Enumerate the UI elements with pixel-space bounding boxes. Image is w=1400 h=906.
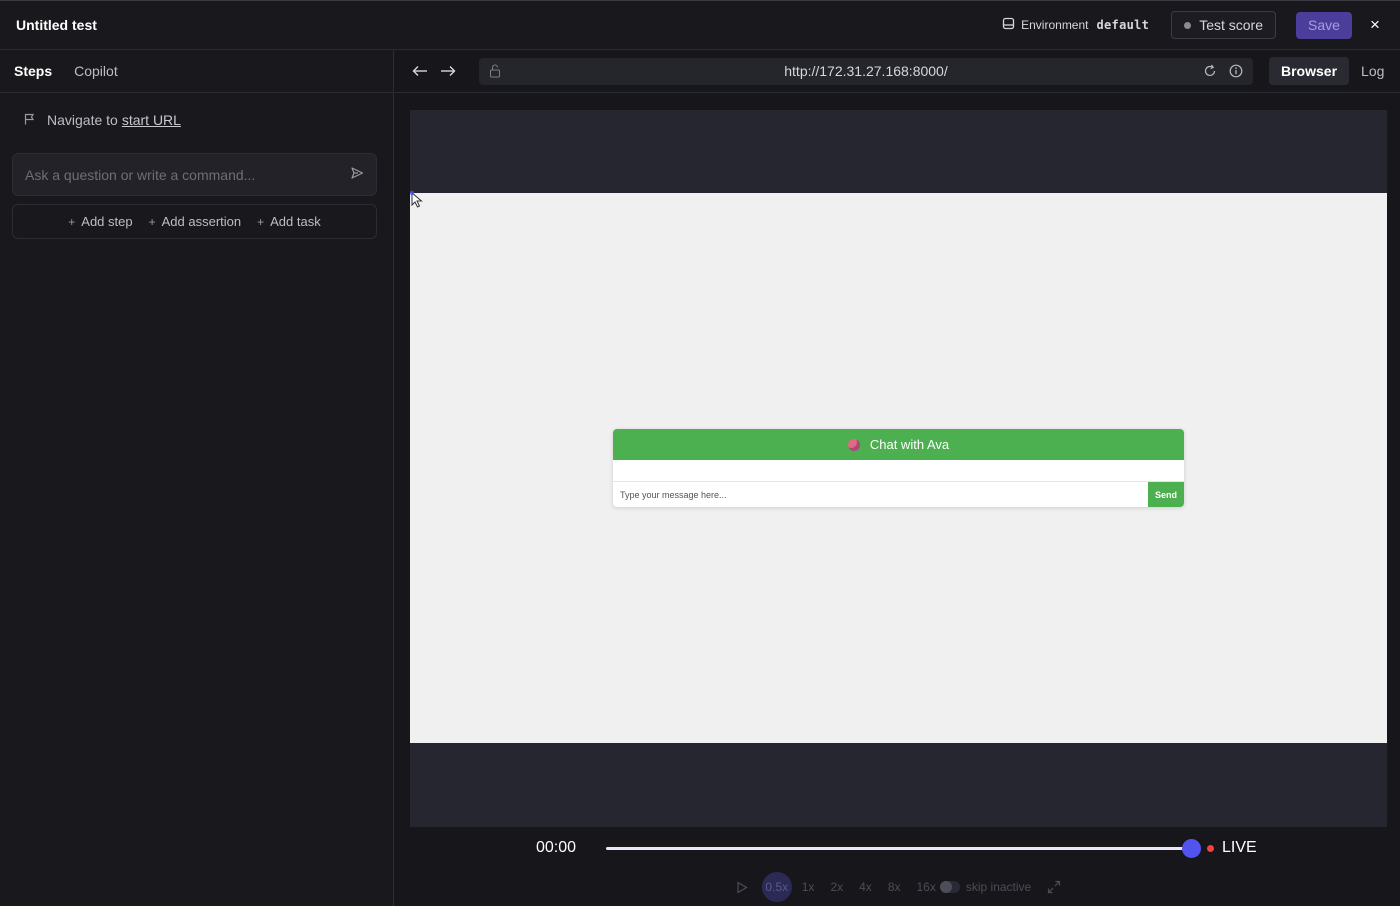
- step-prefix: Navigate to: [47, 112, 118, 128]
- live-indicator[interactable]: LIVE: [1207, 839, 1257, 857]
- plus-icon: +: [68, 214, 76, 229]
- test-title[interactable]: Untitled test: [16, 17, 97, 33]
- live-label: LIVE: [1222, 839, 1257, 856]
- arrow-left-icon[interactable]: [411, 62, 429, 80]
- database-icon: [1002, 17, 1015, 33]
- speed-4x[interactable]: 4x: [859, 880, 872, 894]
- tab-log[interactable]: Log: [1349, 57, 1396, 85]
- avatar: [847, 438, 860, 451]
- add-step-button[interactable]: + Add step: [68, 214, 132, 229]
- flag-icon: [24, 112, 47, 128]
- chat-widget: Chat with Ava Send: [613, 429, 1184, 507]
- score-status-dot: [1184, 21, 1192, 29]
- progress-track[interactable]: [606, 847, 1191, 850]
- add-task-button[interactable]: + Add task: [257, 214, 321, 229]
- browser-panel: http://172.31.27.168:8000/ Browser Log C…: [395, 50, 1400, 906]
- browser-toolbar: http://172.31.27.168:8000/ Browser Log: [395, 50, 1400, 93]
- chat-messages: [613, 460, 1184, 481]
- add-actions: + Add step + Add assertion + Add task: [12, 204, 377, 239]
- url-actions: [1191, 64, 1243, 78]
- tab-copilot[interactable]: Copilot: [74, 63, 118, 79]
- test-score-button[interactable]: Test score: [1171, 11, 1276, 39]
- add-assertion-label: Add assertion: [161, 214, 242, 229]
- add-step-label: Add step: [81, 214, 133, 229]
- left-tabs: Steps Copilot: [0, 50, 393, 93]
- speed-8x[interactable]: 8x: [888, 880, 901, 894]
- environment-selector[interactable]: Environment default: [1002, 17, 1149, 33]
- skip-inactive-toggle[interactable]: [939, 881, 960, 893]
- tab-browser[interactable]: Browser: [1269, 57, 1350, 85]
- chat-input-row: Send: [613, 481, 1184, 507]
- top-bar: Untitled test Environment default Test s…: [0, 0, 1400, 50]
- save-button[interactable]: Save: [1296, 11, 1352, 39]
- command-input[interactable]: [25, 166, 350, 183]
- play-icon[interactable]: [736, 880, 748, 894]
- unlock-icon: [489, 64, 501, 78]
- speed-2x[interactable]: 2x: [830, 880, 843, 894]
- message-input[interactable]: [613, 482, 1148, 507]
- chat-header: Chat with Ava: [613, 429, 1184, 460]
- web-page: Chat with Ava Send: [410, 193, 1387, 743]
- url-field[interactable]: http://172.31.27.168:8000/: [479, 57, 1253, 85]
- expand-icon[interactable]: [1047, 880, 1061, 894]
- plus-icon: +: [257, 214, 265, 229]
- speed-1x[interactable]: 1x: [802, 880, 815, 894]
- speed-16x[interactable]: 16x: [917, 880, 936, 894]
- reload-icon[interactable]: [1203, 64, 1217, 78]
- view-toggle: Browser Log: [1269, 57, 1396, 85]
- command-box: [12, 153, 377, 196]
- send-icon[interactable]: [350, 166, 364, 183]
- start-url-link[interactable]: start URL: [122, 112, 181, 128]
- session-player: 00:00 LIVE 0.5x 1x 2x 4x 8x 16x skip ina…: [410, 827, 1387, 906]
- browser-viewport: Chat with Ava Send: [409, 110, 1387, 827]
- environment-value: default: [1096, 18, 1150, 32]
- url-text: http://172.31.27.168:8000/: [784, 63, 948, 79]
- skip-inactive-label: skip inactive: [965, 880, 1032, 894]
- step-navigate[interactable]: Navigate to start URL: [24, 112, 181, 128]
- progress-handle[interactable]: [1182, 839, 1201, 858]
- player-controls: 0.5x 1x 2x 4x 8x 16x skip inactive: [410, 872, 1387, 902]
- add-task-label: Add task: [270, 214, 321, 229]
- chat-title: Chat with Ava: [869, 437, 950, 452]
- playback-time: 00:00: [536, 839, 577, 856]
- left-panel: Steps Copilot Navigate to start URL + Add…: [0, 50, 394, 906]
- add-assertion-button[interactable]: + Add assertion: [149, 214, 242, 229]
- environment-label: Environment: [1021, 18, 1089, 32]
- info-icon[interactable]: [1229, 64, 1243, 78]
- speed-0.5x[interactable]: 0.5x: [761, 872, 792, 902]
- arrow-right-icon[interactable]: [439, 62, 457, 80]
- test-score-label: Test score: [1199, 17, 1263, 33]
- tab-steps[interactable]: Steps: [14, 63, 52, 79]
- top-bar-actions: Environment default Test score Save ×: [1002, 11, 1384, 39]
- close-icon[interactable]: ×: [1366, 15, 1384, 34]
- live-dot: [1207, 844, 1214, 852]
- plus-icon: +: [148, 214, 156, 229]
- mouse-cursor-icon: [409, 190, 426, 211]
- send-button[interactable]: Send: [1148, 482, 1184, 507]
